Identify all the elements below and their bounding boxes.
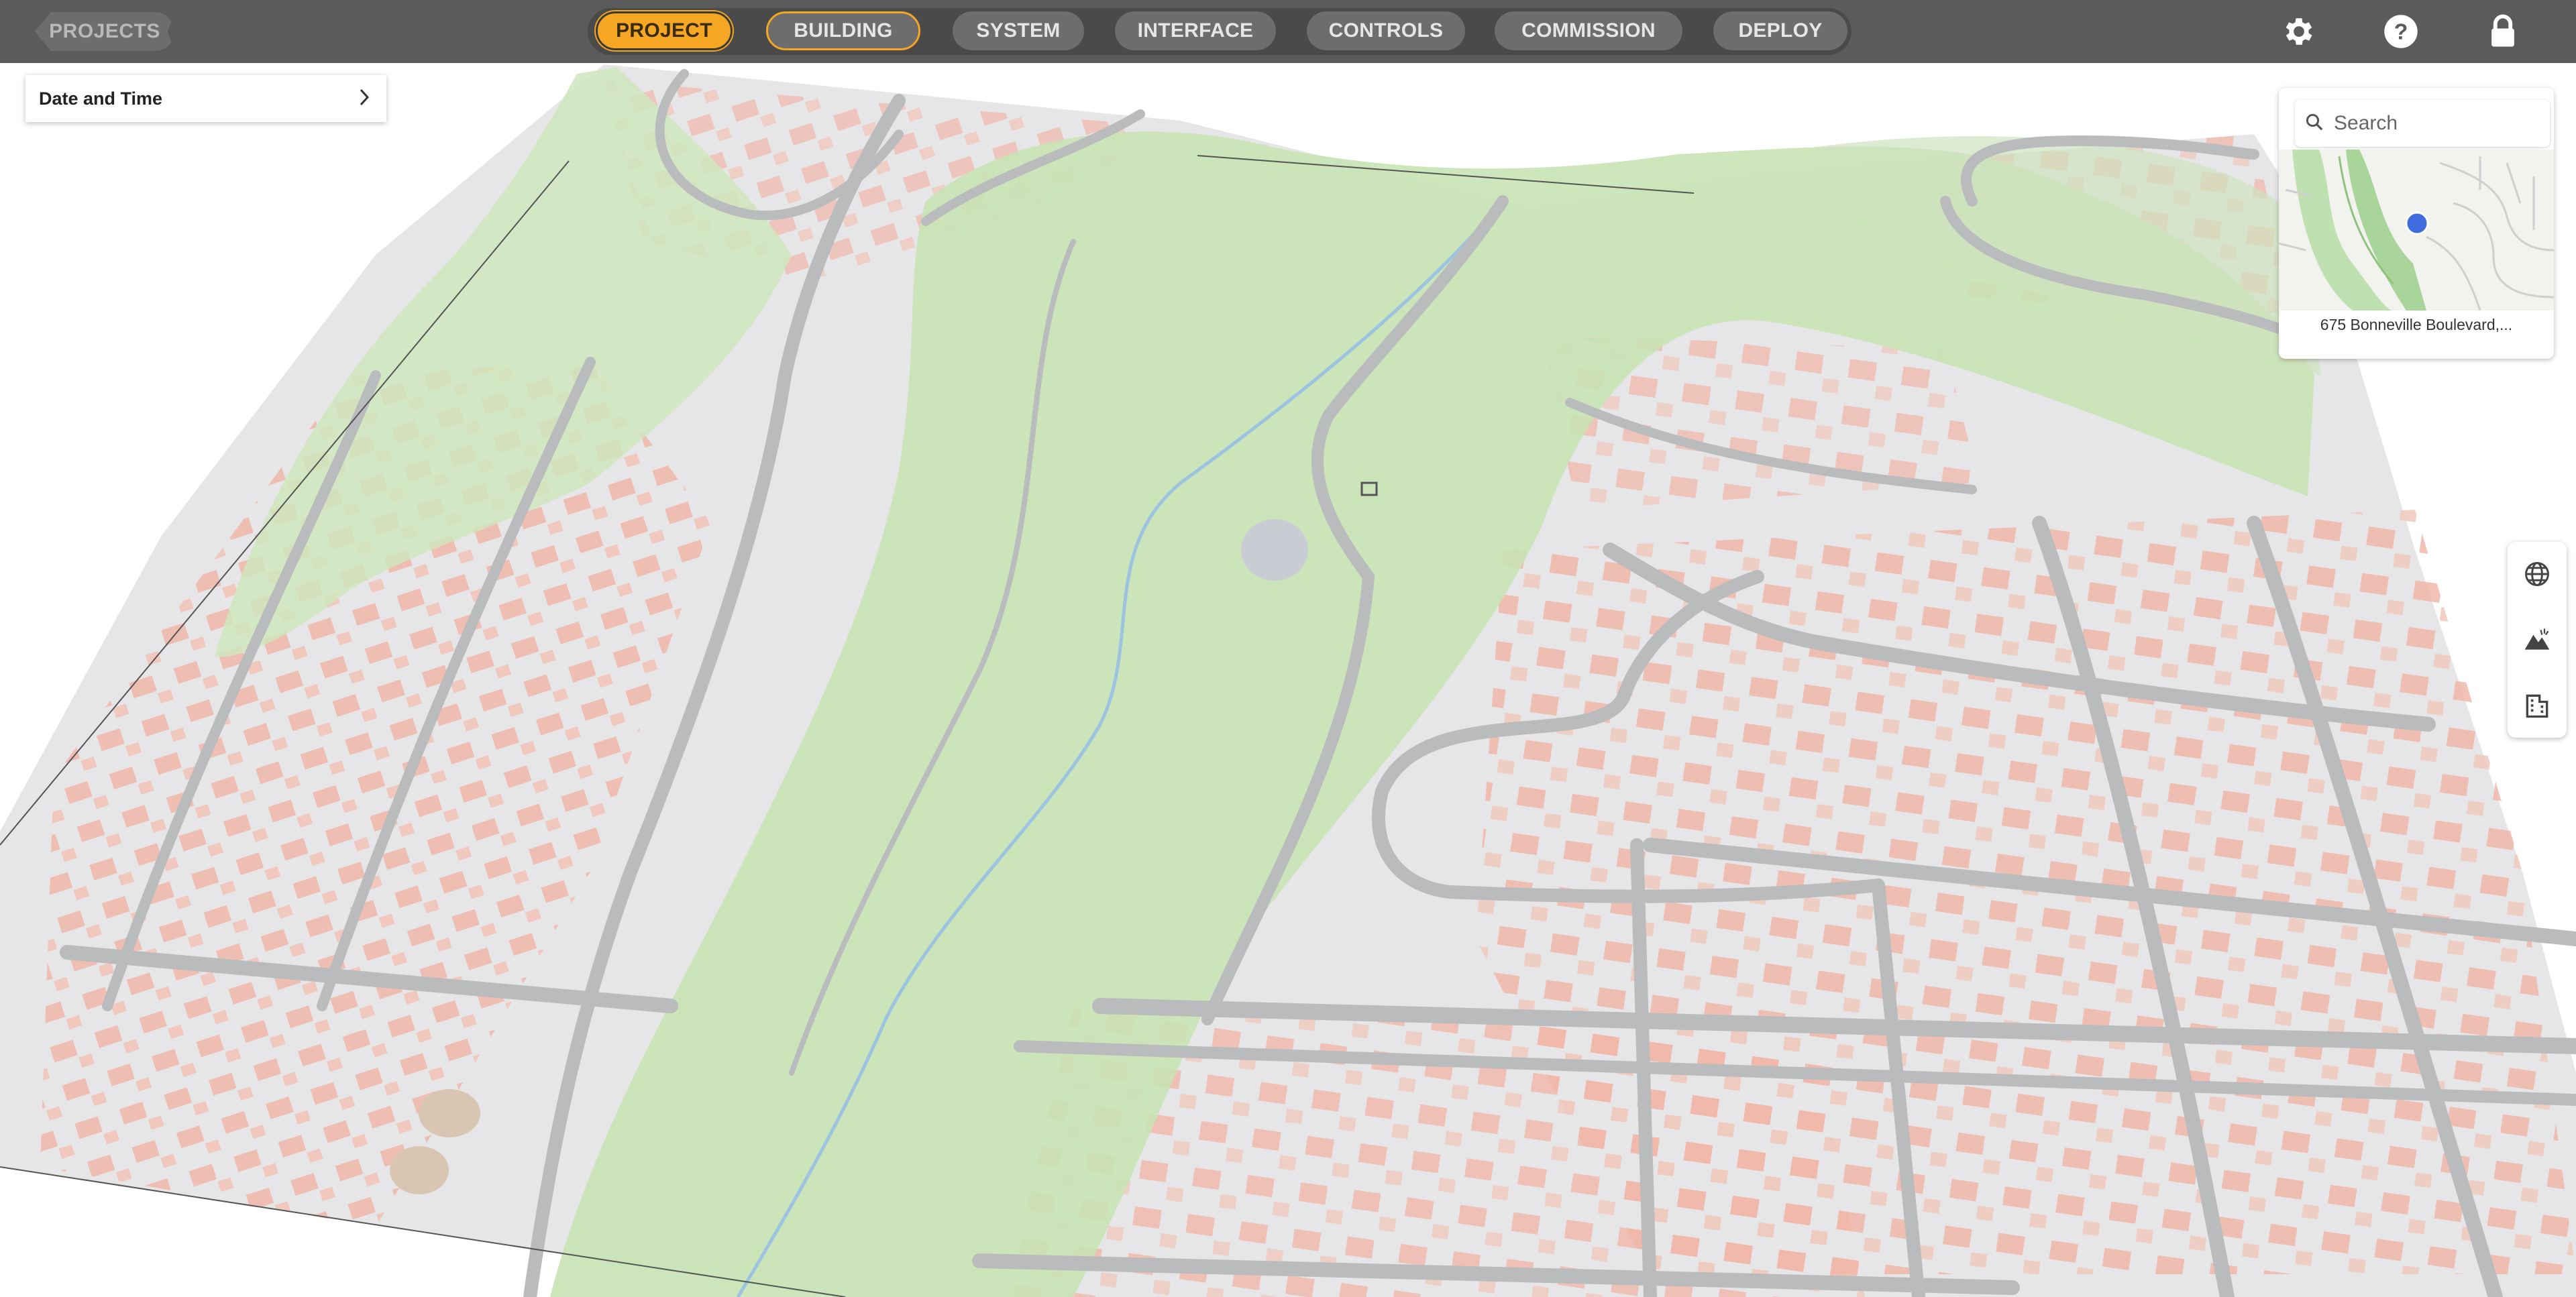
step-label: BUILDING [794,19,893,42]
gear-icon[interactable] [2281,13,2317,50]
step-label: PROJECT [616,19,712,42]
lock-icon[interactable] [2485,13,2521,50]
step-label: INTERFACE [1137,19,1254,42]
step-commission[interactable]: COMMISSION [1495,11,1682,50]
minimap-image[interactable] [2279,150,2554,311]
reservoir [1241,519,1308,581]
terrain-icon[interactable] [2517,620,2557,660]
search-icon [2304,112,2324,135]
step-label: COMMISSION [1521,19,1656,42]
map-viewport[interactable] [0,0,2576,1297]
projects-back-label: PROJECTS [49,20,160,42]
step-building[interactable]: BUILDING [766,11,920,50]
search-input[interactable] [2332,111,2536,135]
globe-icon[interactable] [2517,554,2557,594]
minimap-address: 675 Bonneville Boulevard,... [2320,316,2513,333]
water-tank [419,1089,480,1137]
step-controls[interactable]: CONTROLS [1307,11,1465,50]
building-icon[interactable] [2517,685,2557,726]
step-deploy[interactable]: DEPLOY [1713,11,1847,50]
step-label: SYSTEM [976,19,1061,42]
help-icon[interactable]: ? [2383,13,2419,50]
water-tank [390,1146,449,1194]
step-interface[interactable]: INTERFACE [1115,11,1276,50]
location-marker-icon [2405,211,2429,235]
date-time-panel[interactable]: Date and Time [25,75,386,122]
date-time-label: Date and Time [39,88,163,109]
search-box[interactable] [2295,100,2550,147]
top-navigation-bar: PROJECTS PROJECT BUILDING SYSTEM INTERFA… [0,0,2576,63]
step-label: DEPLOY [1738,19,1823,42]
svg-text:?: ? [2394,19,2408,44]
minimap-panel: 675 Bonneville Boulevard,... [2279,88,2554,359]
projects-back-button[interactable]: PROJECTS [35,12,174,51]
chevron-right-icon[interactable] [356,87,373,111]
step-label: CONTROLS [1328,19,1444,42]
step-system[interactable]: SYSTEM [953,11,1084,50]
view-tools-panel [2508,542,2567,738]
step-project[interactable]: PROJECT [596,11,733,50]
